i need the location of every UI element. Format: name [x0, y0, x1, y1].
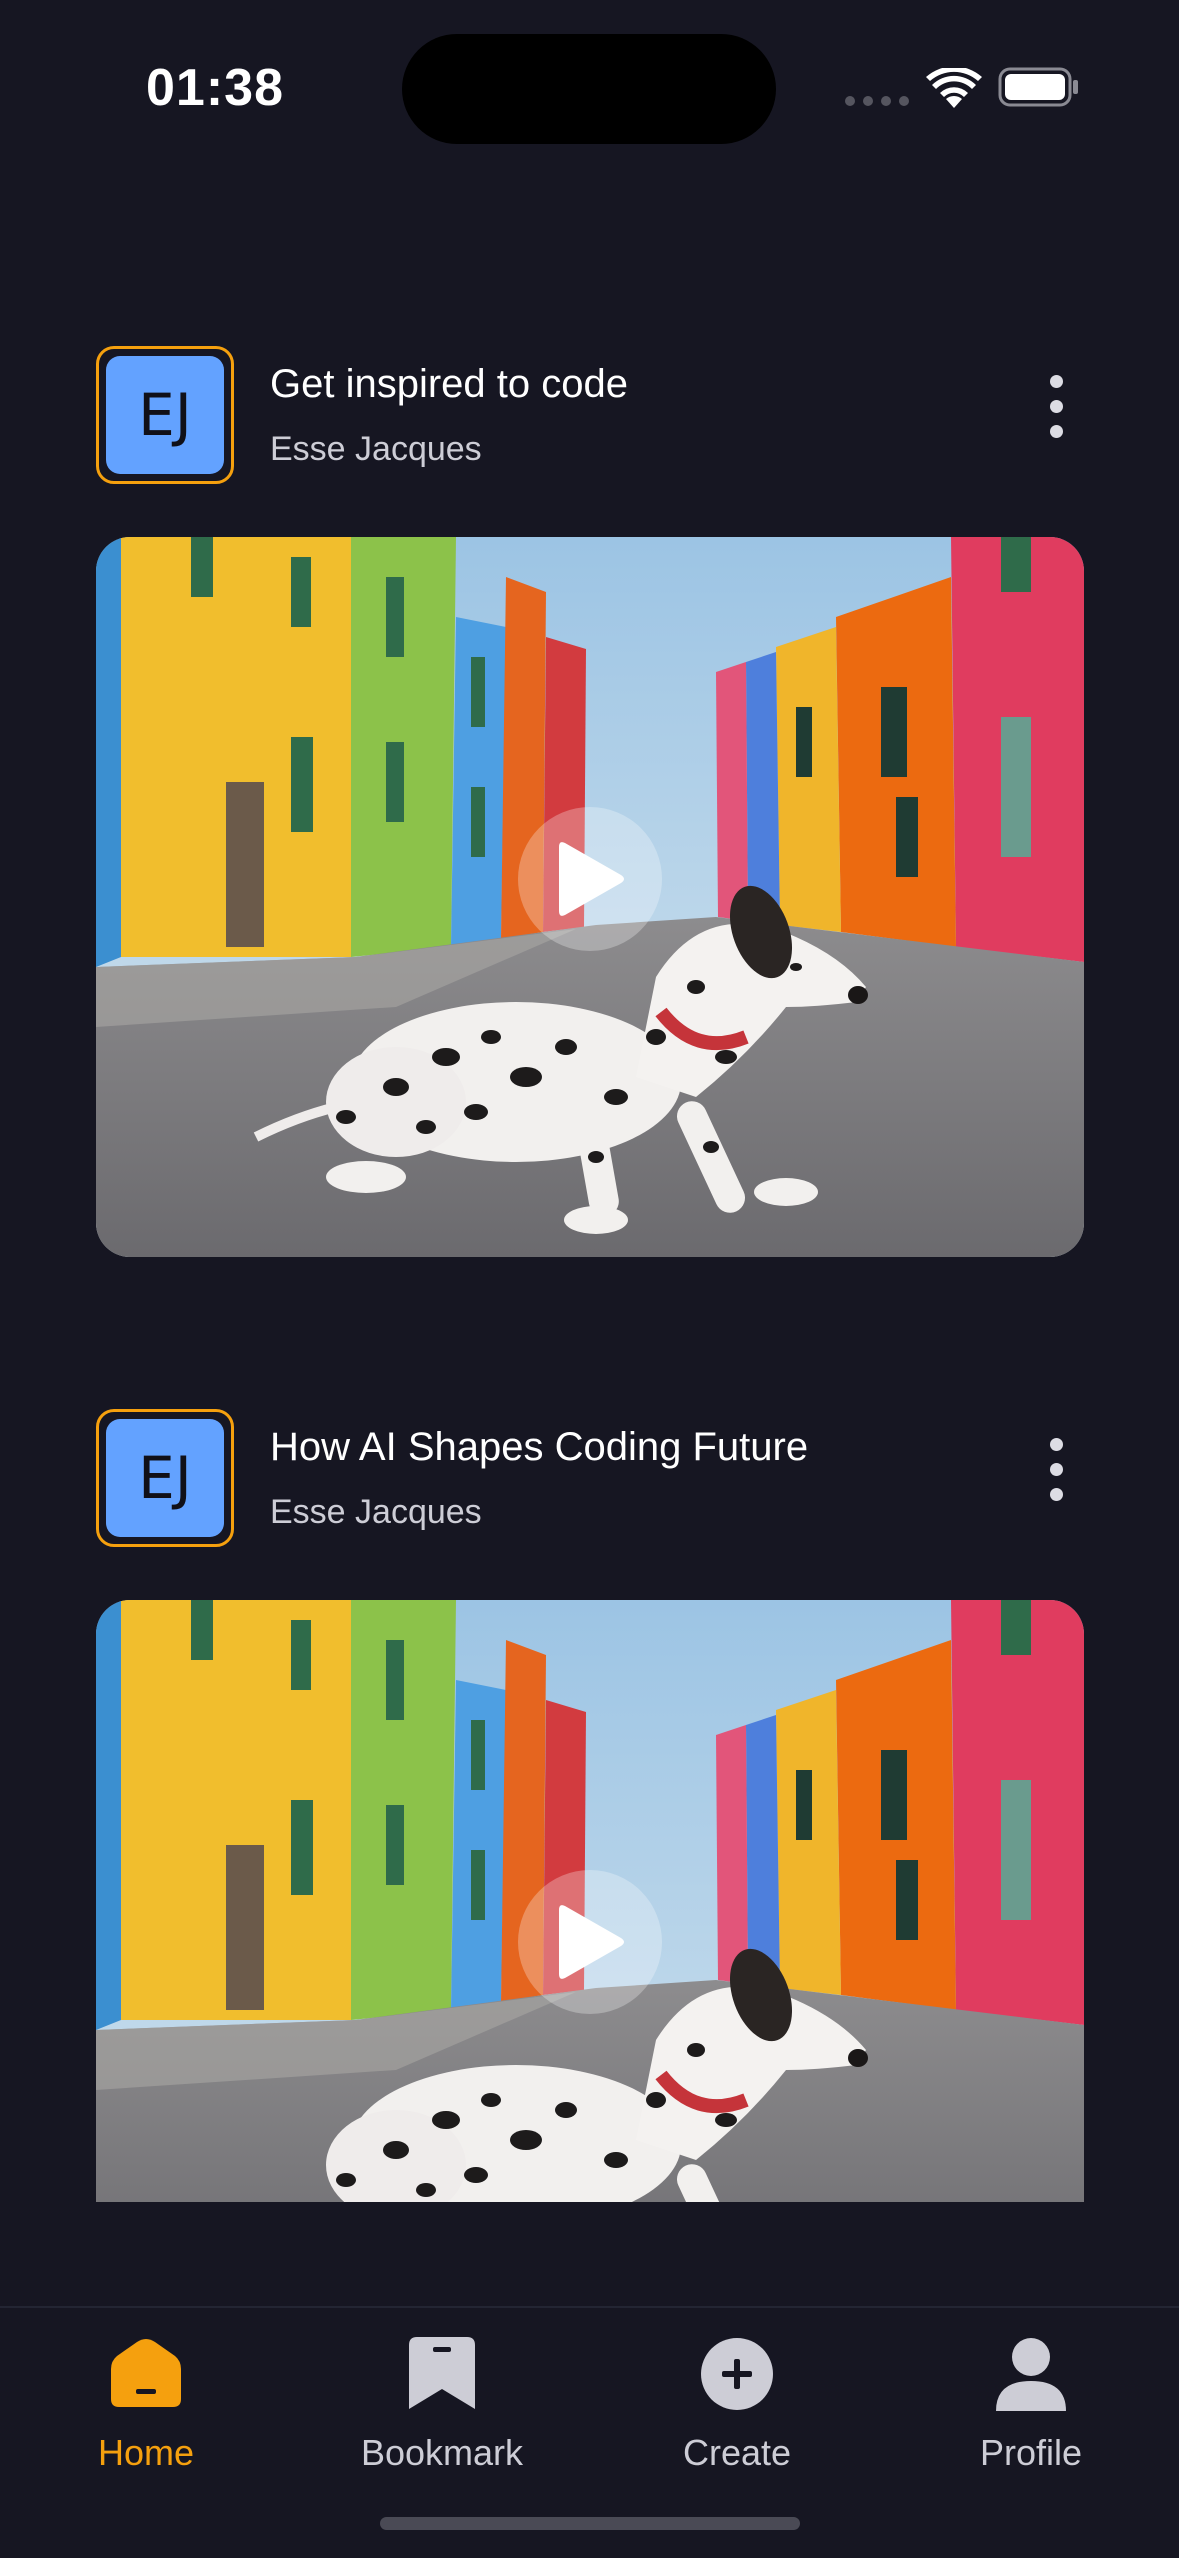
- post-author: Esse Jacques: [270, 1493, 482, 1531]
- battery-icon: [998, 67, 1080, 112]
- tab-label: Home: [97, 2432, 195, 2473]
- post-title: Get inspired to code: [270, 362, 628, 406]
- post-author: Esse Jacques: [270, 430, 482, 468]
- more-options-button[interactable]: [1036, 1429, 1076, 1509]
- status-bar: 01:38: [0, 0, 1179, 175]
- more-options-button[interactable]: [1036, 366, 1076, 446]
- avatar-initials: EJ: [106, 356, 224, 474]
- post-title: How AI Shapes Coding Future: [270, 1425, 809, 1469]
- tab-bookmark[interactable]: Bookmark: [332, 2332, 552, 2482]
- tab-create[interactable]: Create: [627, 2332, 847, 2482]
- play-icon: [559, 1905, 624, 1979]
- home-indicator: [380, 2517, 800, 2530]
- play-icon: [559, 842, 624, 916]
- video-thumbnail[interactable]: [96, 1600, 1084, 2202]
- tab-label: Create: [682, 2432, 792, 2473]
- tab-label: Bookmark: [360, 2432, 524, 2473]
- status-time: 01:38: [146, 59, 284, 117]
- dynamic-island: [402, 34, 776, 144]
- video-thumbnail[interactable]: [96, 537, 1084, 1257]
- cellular-signal-icon: [845, 96, 909, 106]
- tab-label: Profile: [979, 2432, 1083, 2473]
- home-icon: [109, 2332, 183, 2416]
- play-button[interactable]: [518, 807, 662, 951]
- tab-profile[interactable]: Profile: [921, 2332, 1141, 2482]
- person-icon: [994, 2332, 1068, 2416]
- bookmark-icon: [409, 2332, 475, 2416]
- wifi-icon: [926, 66, 982, 115]
- avatar[interactable]: EJ: [96, 346, 234, 484]
- play-button[interactable]: [518, 1870, 662, 2014]
- tab-home[interactable]: Home: [36, 2332, 256, 2482]
- avatar-initials: EJ: [106, 1419, 224, 1537]
- avatar[interactable]: EJ: [96, 1409, 234, 1547]
- plus-circle-icon: [700, 2332, 774, 2416]
